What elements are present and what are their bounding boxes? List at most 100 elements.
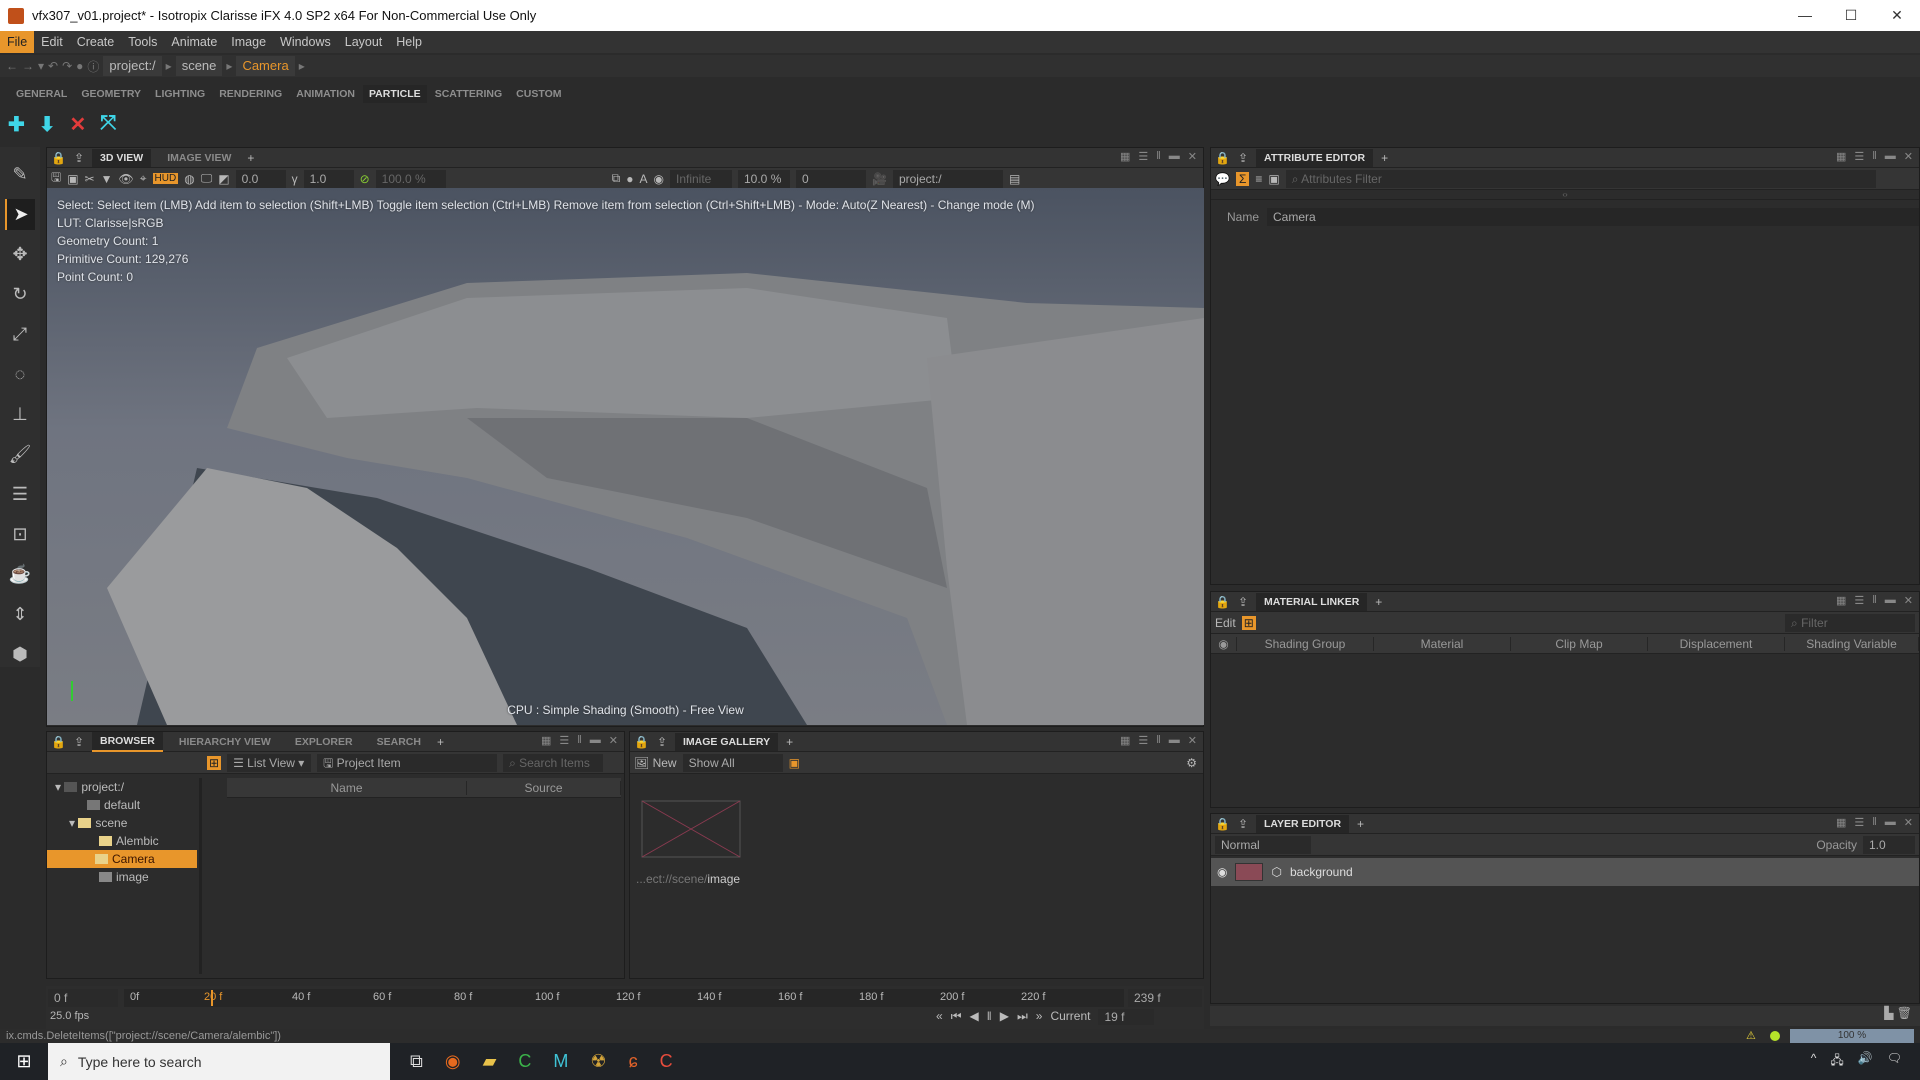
search-items-input[interactable]: ⌕ Search Items — [503, 753, 604, 772]
particle-drop-icon[interactable]: ⬇ — [39, 112, 56, 137]
volume-icon[interactable]: 🔊 — [1858, 1051, 1873, 1072]
menu-layout[interactable]: Layout — [338, 31, 390, 53]
frame-icon[interactable]: ⊡ — [5, 519, 35, 550]
particle-delete-icon[interactable]: ✕ — [70, 112, 87, 137]
layer-row[interactable]: ◉ ⬡ background — [1211, 858, 1919, 886]
paint-list-icon[interactable]: ☰ — [5, 479, 35, 510]
maximize-panel-icon[interactable]: ▬ — [1885, 816, 1896, 829]
column-name[interactable]: Name — [227, 780, 467, 795]
task-view-icon[interactable]: ⧉ — [410, 1051, 423, 1072]
swap-shading-icon[interactable]: ⬢ — [5, 639, 35, 670]
lock-icon[interactable]: 🔒 — [51, 735, 66, 749]
picker-icon[interactable]: ✎ — [5, 159, 35, 190]
tree-toggle-icon[interactable]: ⊞ — [207, 755, 222, 770]
info-icon[interactable]: ⓘ — [87, 58, 99, 75]
fps-label[interactable]: 25.0 fps — [50, 1010, 89, 1022]
grid-layout-icon[interactable]: ▦ — [1836, 150, 1846, 163]
tab-hierarchy-view[interactable]: HIERARCHY VIEW — [171, 733, 279, 751]
next-key-icon[interactable]: ⏭ — [1017, 1009, 1028, 1025]
add-tab-icon[interactable]: + — [1357, 817, 1364, 831]
comment-icon[interactable]: 💬 — [1215, 172, 1230, 186]
add-tab-icon[interactable]: + — [247, 151, 254, 165]
first-frame-icon[interactable]: « — [936, 1009, 943, 1025]
windows-start-icon[interactable]: ⊞ — [0, 1051, 48, 1072]
close-panel-icon[interactable]: ✕ — [609, 734, 618, 747]
visibility-icon[interactable]: 👁 — [119, 172, 134, 186]
move-icon[interactable]: ✥ — [5, 239, 35, 270]
timeline-scrubber[interactable]: 0f 20 f 40 f 60 f 80 f 100 f 120 f 140 f 160 f… — [124, 989, 1124, 1007]
breadcrumb-arrow-icon[interactable]: ▸ — [226, 59, 232, 73]
tree-item-project[interactable]: ▾ project:/ — [51, 778, 201, 796]
add-tab-icon[interactable]: + — [1381, 151, 1388, 165]
tab-search[interactable]: SEARCH — [369, 733, 429, 751]
stamp-icon[interactable]: ⊥ — [5, 399, 35, 430]
hierarchy-icon[interactable]: ⊞ — [1241, 615, 1256, 630]
snapshot-icon[interactable]: ▣ — [67, 172, 78, 186]
shelf-tab-geometry[interactable]: GEOMETRY — [75, 85, 147, 103]
maximize-panel-icon[interactable]: ▬ — [590, 734, 601, 747]
column-material[interactable]: Material — [1374, 636, 1511, 651]
split-horizontal-icon[interactable]: ☰ — [1854, 594, 1864, 607]
sphere-icon[interactable]: ● — [626, 172, 633, 186]
close-button[interactable]: ✕ — [1874, 0, 1920, 31]
breadcrumb-scene[interactable]: scene — [175, 56, 223, 76]
chip-icon[interactable]: ▤ — [1009, 172, 1020, 186]
shelf-tab-animation[interactable]: ANIMATION — [290, 85, 361, 103]
shelf-tab-particle[interactable]: PARTICLE — [362, 85, 427, 103]
timeline-start-field[interactable]: 0 f — [48, 989, 118, 1007]
play-icon[interactable]: ▶ — [1000, 1009, 1009, 1025]
history-dropdown-icon[interactable]: ▾ — [38, 59, 44, 73]
close-panel-icon[interactable]: ✕ — [1904, 150, 1913, 163]
lock-icon[interactable]: 🔒 — [51, 151, 66, 165]
shelf-tab-custom[interactable]: CUSTOM — [510, 85, 567, 103]
close-panel-icon[interactable]: ✕ — [1904, 816, 1913, 829]
timeline-end-field[interactable]: 239 f — [1128, 989, 1202, 1007]
maximize-panel-icon[interactable]: ▬ — [1885, 594, 1896, 607]
tree-item-camera[interactable]: Camera — [47, 850, 197, 868]
3d-viewport[interactable]: Select: Select item (LMB) Add item to se… — [47, 188, 1204, 725]
gamma-icon[interactable]: γ — [292, 172, 298, 186]
last-frame-icon[interactable]: » — [1036, 1009, 1043, 1025]
split-vertical-icon[interactable]: ‖ — [577, 734, 582, 747]
tree-item-image[interactable]: image — [51, 868, 201, 886]
camera-icon[interactable]: 🎥 — [872, 172, 887, 186]
menu-image[interactable]: Image — [224, 31, 273, 53]
text-icon[interactable]: A — [640, 172, 648, 186]
tab-layer-editor[interactable]: LAYER EDITOR — [1256, 814, 1350, 833]
menu-animate[interactable]: Animate — [164, 31, 224, 53]
menu-edit[interactable]: Edit — [34, 31, 70, 53]
split-vertical-icon[interactable]: ‖ — [1156, 734, 1161, 747]
pause-icon[interactable]: ‖ — [987, 1009, 992, 1025]
split-vertical-icon[interactable]: ‖ — [1872, 594, 1877, 607]
edit-button[interactable]: Edit — [1215, 616, 1236, 630]
opacity-field[interactable]: 1.0 — [1863, 835, 1915, 854]
image-thumbnail-missing-icon[interactable] — [641, 800, 741, 858]
light-icon[interactable]: ◉ — [654, 172, 664, 186]
rotate-icon[interactable]: ↻ — [5, 279, 35, 310]
split-horizontal-icon[interactable]: ☰ — [1854, 816, 1864, 829]
grid-layout-icon[interactable]: ▦ — [1120, 150, 1130, 163]
hud-toggle-button[interactable]: HUD — [152, 173, 179, 184]
settings-icon[interactable]: ⚙ — [1186, 756, 1197, 770]
column-displacement[interactable]: Displacement — [1648, 636, 1785, 651]
shelf-tab-rendering[interactable]: RENDERING — [213, 85, 288, 103]
measure-icon[interactable]: ⇕ — [5, 599, 35, 630]
lock-icon[interactable]: 🔒 — [1215, 595, 1230, 609]
user-attribute-icon[interactable]: ▣ — [1268, 172, 1279, 186]
grid-layout-icon[interactable]: ▦ — [541, 734, 551, 747]
camtasia-icon[interactable]: C — [518, 1051, 531, 1072]
camtasia-recorder-icon[interactable]: C — [660, 1051, 673, 1072]
exposure-field[interactable]: 0.0 — [235, 169, 286, 188]
menu-create[interactable]: Create — [70, 31, 122, 53]
visibility-column-icon[interactable]: ◉ — [1211, 636, 1237, 651]
new-layer-icon[interactable]: ▙ — [1884, 1006, 1893, 1020]
clarisse-icon[interactable]: ɕ — [629, 1051, 638, 1072]
export-icon[interactable]: ⇪ — [1238, 151, 1248, 165]
maximize-panel-icon[interactable]: ▬ — [1169, 734, 1180, 747]
save-icon[interactable]: 🖫 — [51, 168, 61, 189]
add-tab-icon[interactable]: + — [437, 735, 444, 749]
taskbar-search[interactable]: ⌕ Type here to search — [48, 1043, 390, 1080]
context-select[interactable]: project:/ — [892, 169, 1003, 188]
paint-icon[interactable]: 🖌 — [5, 439, 35, 470]
split-vertical-icon[interactable]: ‖ — [1872, 816, 1877, 829]
